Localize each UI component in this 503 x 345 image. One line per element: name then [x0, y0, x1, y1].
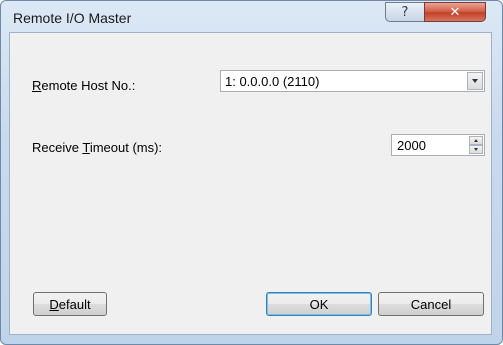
- dropdown-arrow-button[interactable]: [467, 72, 483, 90]
- spin-up-button[interactable]: [469, 136, 483, 145]
- ok-button[interactable]: OK: [266, 292, 372, 316]
- chevron-down-icon: [472, 79, 478, 83]
- default-label-rest: efault: [58, 296, 91, 312]
- remote-host-select[interactable]: 1: 0.0.0.0 (2110): [220, 70, 485, 92]
- default-button[interactable]: Default: [33, 292, 107, 316]
- remote-host-mnemonic: R: [32, 78, 42, 93]
- spin-down-button[interactable]: [469, 145, 483, 154]
- dialog-window: Remote I/O Master ? ✕ Remote Host No.: 1…: [0, 0, 503, 345]
- receive-timeout-stepper[interactable]: 2000: [391, 134, 485, 156]
- arrow-down-icon: [474, 148, 478, 151]
- receive-timeout-value[interactable]: 2000: [397, 138, 426, 153]
- close-button[interactable]: ✕: [424, 2, 486, 22]
- title-bar[interactable]: Remote I/O Master ? ✕: [1, 1, 502, 32]
- default-mnemonic: D: [49, 296, 59, 312]
- cancel-button[interactable]: Cancel: [378, 292, 484, 316]
- arrow-up-icon: [474, 139, 478, 142]
- receive-timeout-mnemonic: T: [82, 140, 90, 155]
- remote-host-label: Remote Host No.:: [32, 78, 136, 93]
- help-button[interactable]: ?: [385, 2, 425, 22]
- remote-host-value: 1: 0.0.0.0 (2110): [225, 74, 320, 89]
- receive-timeout-label: Receive Timeout (ms):: [32, 140, 163, 155]
- help-icon: ?: [401, 4, 409, 20]
- dialog-content: Remote Host No.: 1: 0.0.0.0 (2110) Recei…: [9, 32, 492, 335]
- spin-buttons: [469, 136, 483, 154]
- close-icon: ✕: [449, 4, 461, 20]
- window-title: Remote I/O Master: [13, 10, 132, 26]
